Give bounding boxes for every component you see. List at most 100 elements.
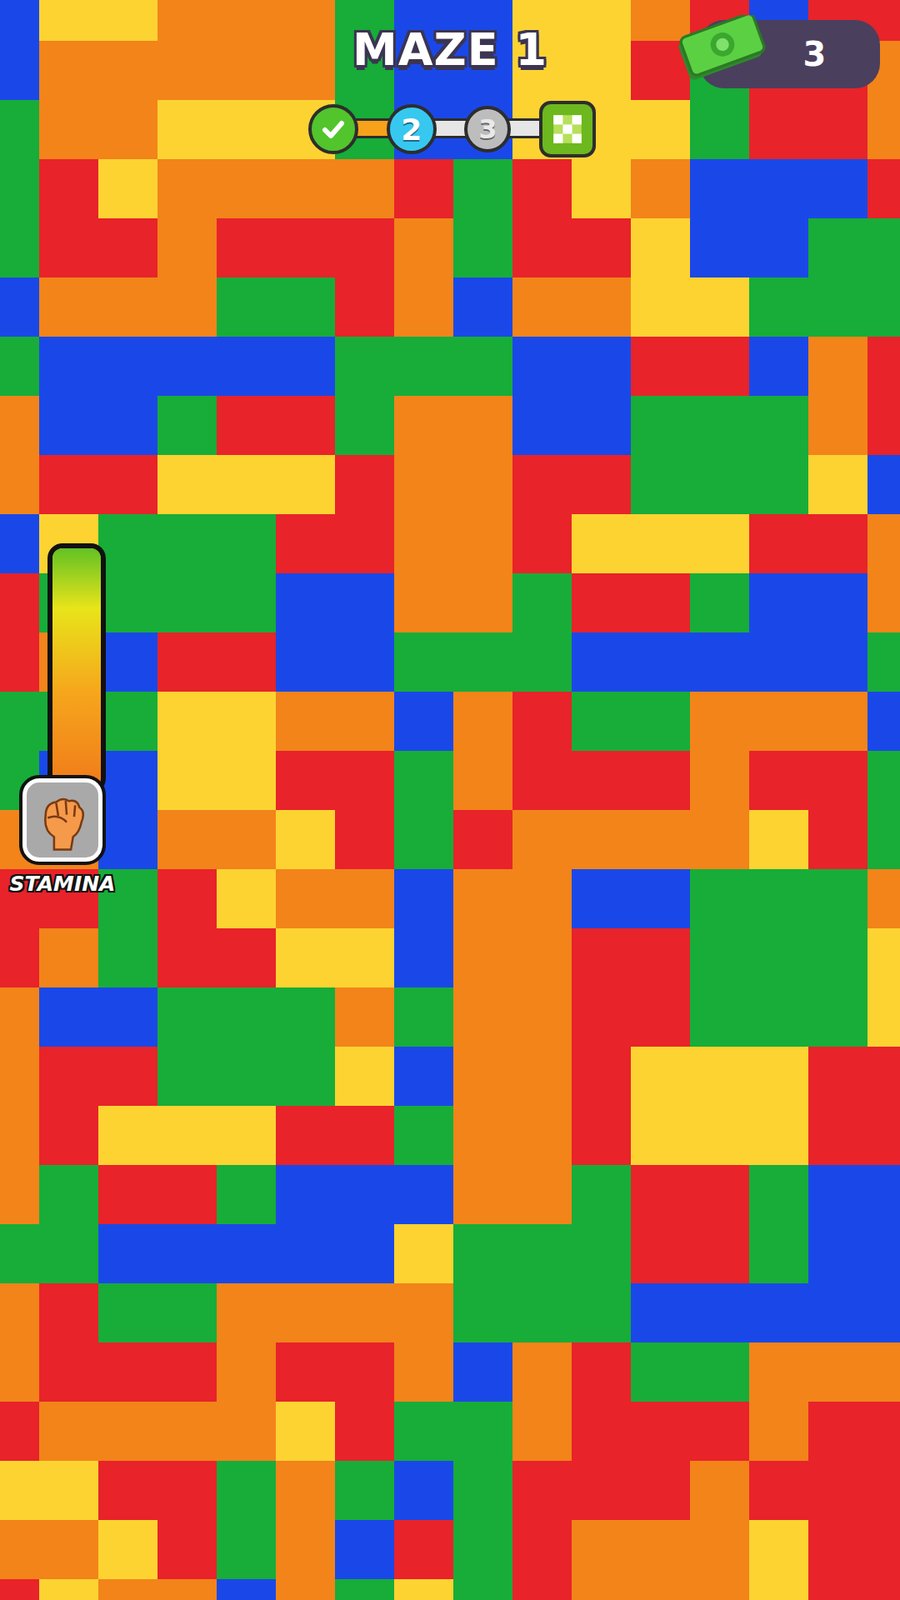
maze-tile (216, 1046, 276, 1106)
maze-tile (571, 0, 631, 41)
maze-tile (867, 1224, 900, 1284)
maze-tile (512, 336, 572, 396)
maze-tile (690, 869, 750, 929)
maze-tile (157, 928, 217, 988)
maze-tile (275, 810, 335, 870)
maze-tile (630, 750, 690, 810)
maze-tile (690, 1165, 750, 1225)
maze-tile (571, 987, 631, 1047)
maze-tile (394, 1283, 454, 1343)
maze-tile (630, 810, 690, 870)
maze-tile (394, 455, 454, 515)
game-screen: MAZE 1 3 23 STAMINA (0, 0, 900, 1600)
maze-tile (749, 1165, 809, 1225)
maze-tile (335, 1579, 395, 1600)
maze-tile (216, 632, 276, 692)
maze-tile (39, 0, 99, 41)
maze-tile (453, 1165, 513, 1225)
maze-tile (39, 277, 99, 337)
maze-tile (453, 573, 513, 633)
maze-tile (0, 514, 40, 574)
maze-tile (571, 395, 631, 455)
maze-tile (512, 1105, 572, 1165)
maze-tile (630, 455, 690, 515)
maze-tile (453, 455, 513, 515)
maze-tile (216, 1165, 276, 1225)
maze-tile (690, 1224, 750, 1284)
maze-tile (0, 928, 40, 988)
maze-tile (98, 1046, 158, 1106)
maze-tile (512, 691, 572, 751)
maze-tile (512, 1224, 572, 1284)
maze-tile (749, 632, 809, 692)
maze-tile (0, 277, 40, 337)
maze-tile (749, 987, 809, 1047)
maze-tile (335, 1046, 395, 1106)
maze-tile (630, 218, 690, 278)
maze-tile (630, 1401, 690, 1461)
maze-tile (690, 395, 750, 455)
maze-tile (690, 810, 750, 870)
maze-tile (867, 1401, 900, 1461)
maze-tile (453, 218, 513, 278)
maze-tile (216, 750, 276, 810)
maze-tile (867, 869, 900, 929)
maze-tile (571, 1224, 631, 1284)
maze-tile (98, 750, 158, 810)
maze-tile (335, 632, 395, 692)
maze-tile (335, 1520, 395, 1580)
check-icon (316, 112, 350, 146)
maze-tile (453, 277, 513, 337)
maze-tile (571, 159, 631, 219)
maze-tile (335, 1105, 395, 1165)
maze-tile (867, 395, 900, 455)
maze-tile (453, 395, 513, 455)
maze-tile (157, 159, 217, 219)
maze-tile (335, 514, 395, 574)
maze-tile (690, 100, 750, 160)
maze-tile (808, 218, 868, 278)
maze-tile (335, 928, 395, 988)
maze-tile (157, 632, 217, 692)
maze-tile (0, 100, 40, 160)
maze-tile (98, 691, 158, 751)
maze-tile (630, 1046, 690, 1106)
maze-tile (690, 1046, 750, 1106)
maze-tile (808, 750, 868, 810)
maze-tile (39, 159, 99, 219)
maze-tile (808, 928, 868, 988)
maze-tile (571, 1460, 631, 1520)
maze-tile (98, 987, 158, 1047)
maze-tile (394, 514, 454, 574)
maze-tile (867, 100, 900, 160)
maze-tile (157, 0, 217, 41)
maze-tile (690, 1579, 750, 1600)
maze-tile (335, 869, 395, 929)
maze-tile (216, 336, 276, 396)
maze-tile (453, 1520, 513, 1580)
maze-tile (157, 1401, 217, 1461)
maze-tile (275, 1165, 335, 1225)
maze-tile (512, 869, 572, 929)
maze-tile (275, 1342, 335, 1402)
maze-tile (571, 632, 631, 692)
maze-tile (394, 277, 454, 337)
maze-tile (453, 869, 513, 929)
maze-tile (512, 277, 572, 337)
maze-tile (216, 869, 276, 929)
maze-tile (98, 277, 158, 337)
maze-tile (630, 1579, 690, 1600)
maze-tile (39, 336, 99, 396)
maze-tile (512, 632, 572, 692)
maze-tile (157, 1165, 217, 1225)
maze-tile (157, 810, 217, 870)
maze-tile (630, 1283, 690, 1343)
maze-tile (512, 1460, 572, 1520)
maze-tile (571, 1520, 631, 1580)
maze-tile (0, 455, 40, 515)
maze-tile (630, 1224, 690, 1284)
maze-tile (749, 218, 809, 278)
maze-tile (749, 1460, 809, 1520)
maze-tile (571, 277, 631, 337)
maze-tile (867, 1579, 900, 1600)
